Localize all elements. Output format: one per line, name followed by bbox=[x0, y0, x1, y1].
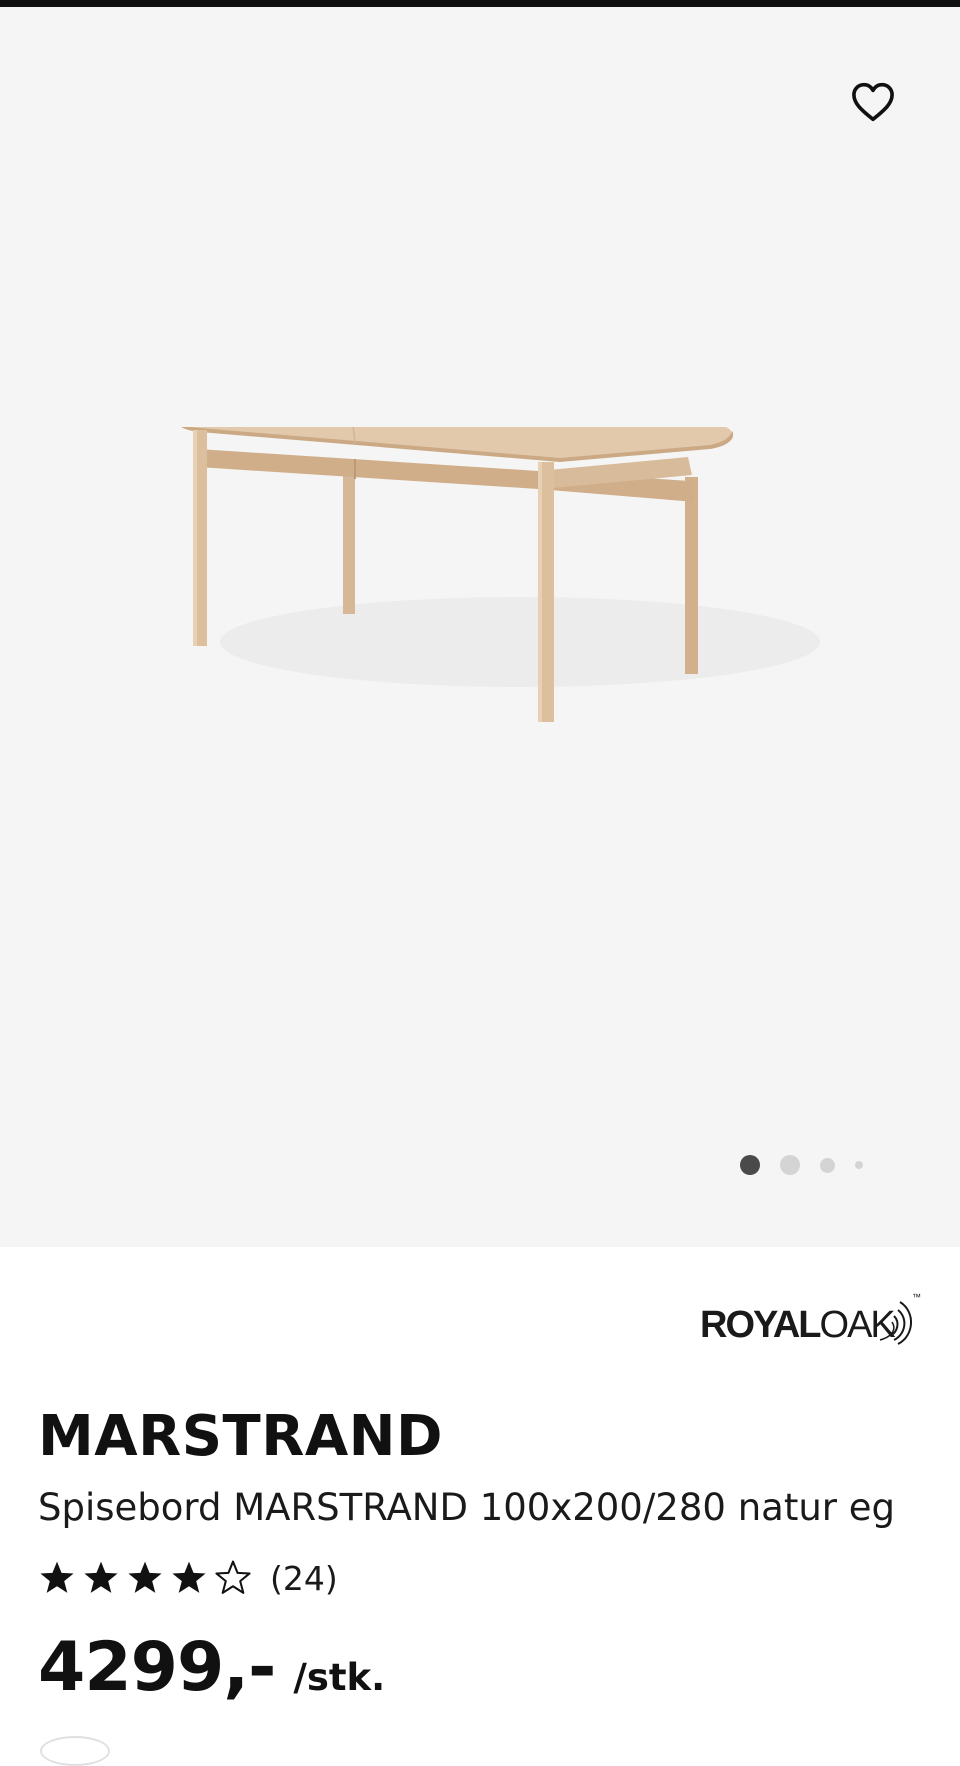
svg-text:™: ™ bbox=[912, 1292, 921, 1302]
product-description: Spisebord MARSTRAND 100x200/280 natur eg bbox=[38, 1486, 895, 1529]
next-section-element bbox=[40, 1736, 110, 1766]
star-half-icon bbox=[214, 1560, 252, 1596]
brand-logo-arcs-icon: ™ bbox=[879, 1292, 921, 1345]
gallery-dot[interactable] bbox=[855, 1161, 863, 1169]
favorite-button[interactable] bbox=[846, 75, 900, 129]
product-name: MARSTRAND bbox=[38, 1404, 444, 1469]
heart-outline-icon bbox=[852, 82, 894, 122]
product-image-gallery[interactable] bbox=[0, 7, 960, 1247]
review-count[interactable]: (24) bbox=[270, 1559, 338, 1598]
product-price: 4299,- /stk. bbox=[38, 1628, 385, 1707]
gallery-dot[interactable] bbox=[780, 1155, 800, 1175]
price-unit: /stk. bbox=[293, 1656, 386, 1699]
price-value: 4299,- bbox=[38, 1628, 276, 1707]
dining-table-image bbox=[181, 427, 820, 722]
star-filled-icon bbox=[126, 1560, 164, 1596]
status-bar-edge bbox=[0, 0, 960, 7]
product-rating[interactable]: (24) bbox=[38, 1556, 338, 1600]
gallery-dot[interactable] bbox=[820, 1157, 835, 1173]
brand-logo[interactable]: ROYALOAK ™ bbox=[700, 1288, 925, 1356]
star-filled-icon bbox=[38, 1560, 76, 1596]
gallery-pagination[interactable] bbox=[740, 1153, 863, 1177]
gallery-dot-active[interactable] bbox=[740, 1155, 760, 1175]
star-filled-icon bbox=[170, 1560, 208, 1596]
rating-stars bbox=[38, 1560, 252, 1596]
star-filled-icon bbox=[82, 1560, 120, 1596]
